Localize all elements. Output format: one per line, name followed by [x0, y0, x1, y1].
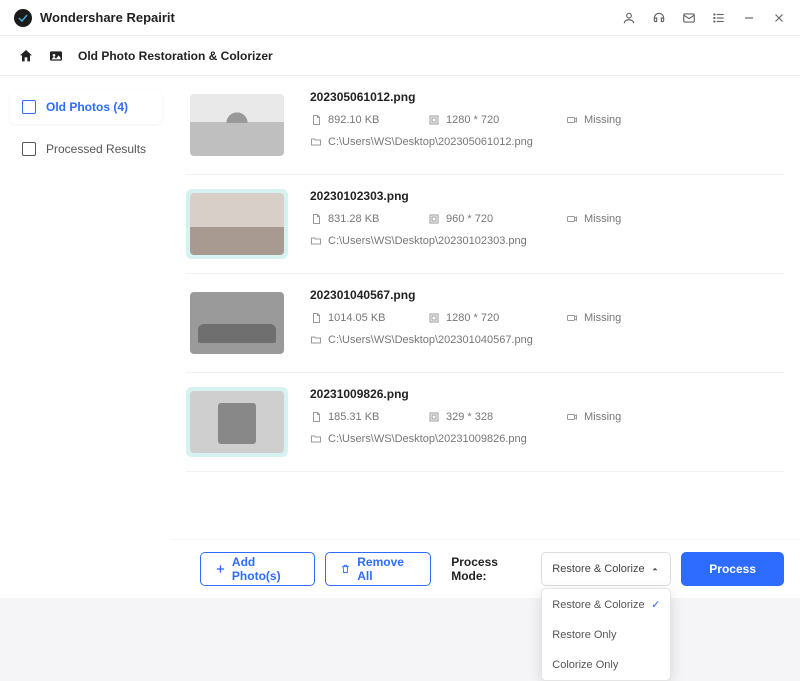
process-mode-select[interactable]: Restore & Colorize Restore & Colorize✓Re…: [541, 552, 671, 586]
process-mode-label: Process Mode:: [451, 555, 529, 583]
dropdown-option[interactable]: Restore & Colorize✓: [542, 589, 670, 620]
app-window: Wondershare Repairit Old Photo Restorati…: [0, 0, 800, 598]
file-size: 831.28 KB: [310, 213, 420, 225]
file-name: 202301040567.png: [310, 288, 784, 302]
app-logo: [14, 9, 32, 27]
photo-info: 20231009826.png 185.31 KB 329 * 328 Missing…: [310, 387, 784, 457]
dropdown-option[interactable]: Restore Only: [542, 620, 670, 650]
file-dimensions: 329 * 328: [428, 411, 558, 423]
thumbnail-wrap: [186, 90, 288, 160]
thumbnail-wrap: [186, 288, 288, 358]
sidebar-item-processed[interactable]: Processed Results: [10, 132, 162, 166]
meta-row: 1014.05 KB 1280 * 720 Missing: [310, 312, 784, 324]
photo-row[interactable]: 202305061012.png 892.10 KB 1280 * 720 Missi…: [186, 76, 784, 175]
file-name: 202305061012.png: [310, 90, 784, 104]
file-status: Missing: [566, 114, 676, 126]
close-button[interactable]: [772, 11, 786, 25]
menu-icon[interactable]: [712, 11, 726, 25]
home-icon[interactable]: [18, 48, 34, 64]
meta-row: 185.31 KB 329 * 328 Missing: [310, 411, 784, 423]
app-title: Wondershare Repairit: [40, 10, 175, 25]
body: Old Photos (4) Processed Results 2023050…: [0, 76, 800, 598]
sidebar-item-label: Old Photos (4): [46, 100, 128, 114]
file-status: Missing: [566, 411, 676, 423]
breadcrumb: Old Photo Restoration & Colorizer: [78, 49, 273, 63]
file-size: 892.10 KB: [310, 114, 420, 126]
process-mode-dropdown: Restore & Colorize✓Restore OnlyColorize …: [541, 588, 671, 681]
chevron-up-icon: [650, 564, 660, 574]
file-path: C:\Users\WS\Desktop\202301040567.png: [310, 334, 784, 346]
photo-info: 202301040567.png 1014.05 KB 1280 * 720 Miss…: [310, 288, 784, 358]
file-name: 20231009826.png: [310, 387, 784, 401]
thumbnail: [190, 292, 284, 354]
dropdown-option[interactable]: Colorize Only: [542, 650, 670, 680]
file-dimensions: 1280 * 720: [428, 114, 558, 126]
titlebar-actions: [622, 11, 786, 25]
file-name: 20230102303.png: [310, 189, 784, 203]
button-label: Add Photo(s): [232, 555, 300, 583]
sidebar-item-label: Processed Results: [46, 142, 146, 156]
photo-icon: [22, 100, 36, 114]
add-photos-button[interactable]: Add Photo(s): [200, 552, 315, 586]
photo-row[interactable]: 20230102303.png 831.28 KB 960 * 720 Missing…: [186, 175, 784, 274]
photo-list: 202305061012.png 892.10 KB 1280 * 720 Missi…: [172, 76, 800, 539]
file-path: C:\Users\WS\Desktop\202305061012.png: [310, 136, 784, 148]
photo-row[interactable]: 202301040567.png 1014.05 KB 1280 * 720 Miss…: [186, 274, 784, 373]
file-path: C:\Users\WS\Desktop\20230102303.png: [310, 235, 784, 247]
file-size: 1014.05 KB: [310, 312, 420, 324]
main: 202305061012.png 892.10 KB 1280 * 720 Missi…: [172, 76, 800, 598]
file-dimensions: 960 * 720: [428, 213, 558, 225]
minimize-button[interactable]: [742, 11, 756, 25]
support-icon[interactable]: [652, 11, 666, 25]
account-icon[interactable]: [622, 11, 636, 25]
thumbnail: [190, 94, 284, 156]
sidebar-item-old-photos[interactable]: Old Photos (4): [10, 90, 162, 124]
select-value: Restore & Colorize: [552, 563, 644, 575]
sidebar: Old Photos (4) Processed Results: [0, 76, 172, 598]
thumbnail: [190, 391, 284, 453]
meta-row: 831.28 KB 960 * 720 Missing: [310, 213, 784, 225]
footer: Add Photo(s) Remove All Process Mode: Re…: [172, 539, 800, 598]
results-icon: [22, 142, 36, 156]
navbar: Old Photo Restoration & Colorizer: [0, 36, 800, 76]
remove-all-button[interactable]: Remove All: [325, 552, 431, 586]
file-dimensions: 1280 * 720: [428, 312, 558, 324]
file-path: C:\Users\WS\Desktop\20231009826.png: [310, 433, 784, 445]
file-size: 185.31 KB: [310, 411, 420, 423]
button-label: Process: [709, 562, 756, 576]
thumbnail: [190, 193, 284, 255]
photo-info: 202305061012.png 892.10 KB 1280 * 720 Missi…: [310, 90, 784, 160]
meta-row: 892.10 KB 1280 * 720 Missing: [310, 114, 784, 126]
thumbnail-wrap: [186, 387, 288, 457]
check-icon: ✓: [651, 598, 660, 611]
thumbnail-wrap: [186, 189, 288, 259]
file-status: Missing: [566, 312, 676, 324]
mail-icon[interactable]: [682, 11, 696, 25]
button-label: Remove All: [357, 555, 416, 583]
process-button[interactable]: Process: [681, 552, 784, 586]
photo-row[interactable]: 20231009826.png 185.31 KB 329 * 328 Missing…: [186, 373, 784, 472]
photo-info: 20230102303.png 831.28 KB 960 * 720 Missing…: [310, 189, 784, 259]
select-box[interactable]: Restore & Colorize: [541, 552, 671, 586]
module-icon: [48, 48, 64, 64]
titlebar: Wondershare Repairit: [0, 0, 800, 36]
file-status: Missing: [566, 213, 676, 225]
